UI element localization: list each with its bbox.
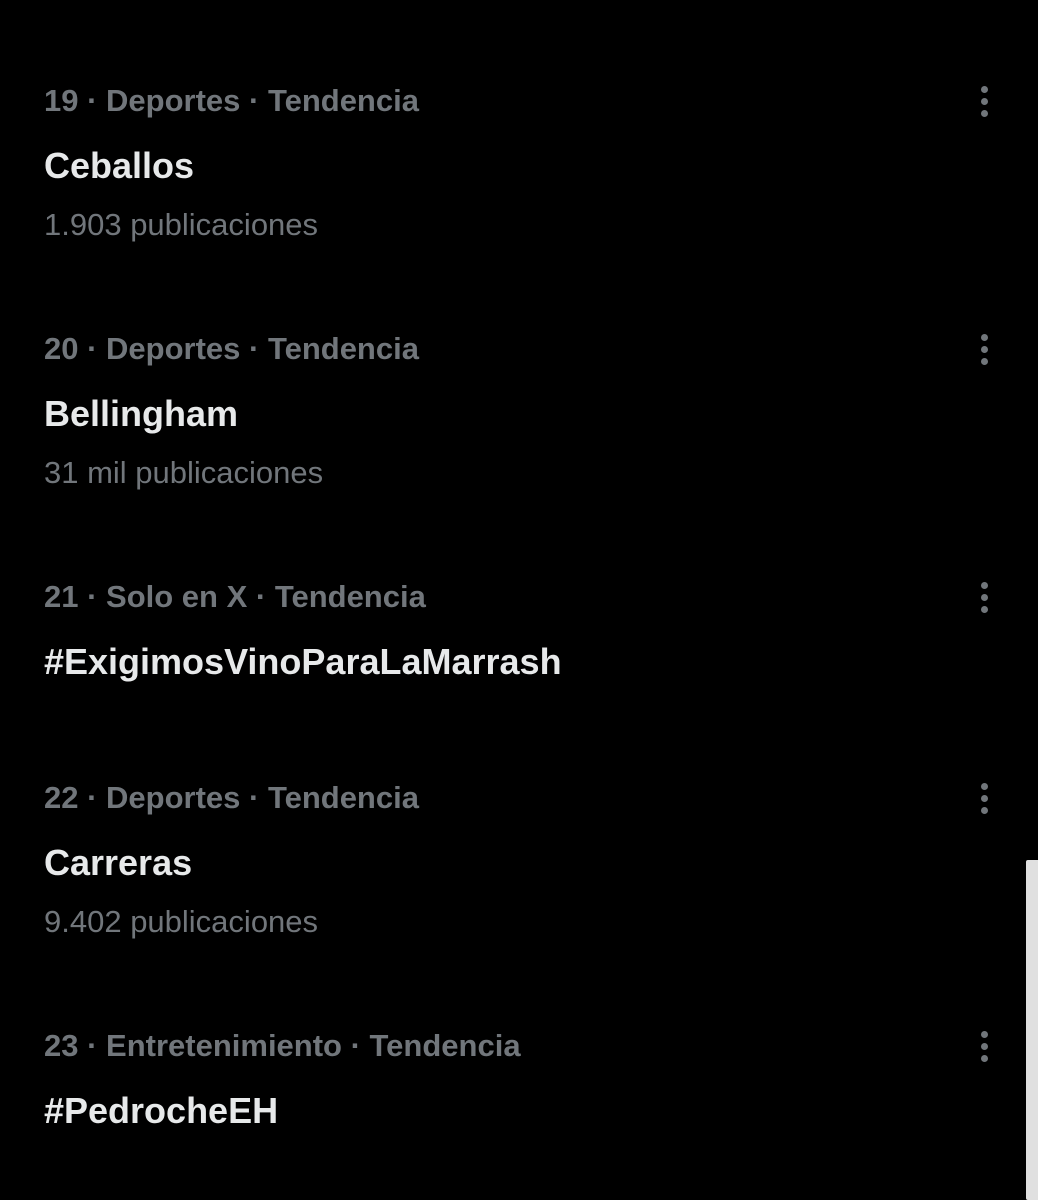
more-options-button[interactable] — [964, 1026, 1004, 1066]
trend-meta: 21 · Solo en X · Tendencia — [44, 579, 426, 614]
trend-post-count: 31 mil publicaciones — [44, 455, 324, 490]
trend-item-19[interactable]: 19 · Deportes · Tendencia Ceballos 1.903… — [0, 81, 1026, 261]
more-vertical-icon — [980, 1030, 988, 1062]
more-vertical-icon — [980, 782, 988, 814]
more-options-button[interactable] — [964, 778, 1004, 818]
trend-title[interactable]: #PedrocheEH — [44, 1088, 278, 1134]
scrollbar-thumb[interactable] — [1026, 860, 1038, 1200]
trend-item-21[interactable]: 21 · Solo en X · Tendencia #ExigimosVino… — [0, 577, 1026, 697]
more-vertical-icon — [980, 581, 988, 613]
more-vertical-icon — [980, 333, 988, 365]
trend-title[interactable]: Ceballos — [44, 143, 194, 189]
trend-item-23[interactable]: 23 · Entretenimiento · Tendencia #Pedroc… — [0, 1026, 1026, 1146]
trend-meta: 19 · Deportes · Tendencia — [44, 83, 419, 118]
more-options-button[interactable] — [964, 81, 1004, 121]
more-vertical-icon — [980, 85, 988, 117]
trend-item-20[interactable]: 20 · Deportes · Tendencia Bellingham 31 … — [0, 329, 1026, 509]
trend-title[interactable]: #ExigimosVinoParaLaMarrash — [44, 639, 562, 685]
more-options-button[interactable] — [964, 329, 1004, 369]
trend-post-count: 9.402 publicaciones — [44, 904, 319, 939]
trend-meta: 22 · Deportes · Tendencia — [44, 780, 419, 815]
trend-item-22[interactable]: 22 · Deportes · Tendencia Carreras 9.402… — [0, 778, 1026, 958]
more-options-button[interactable] — [964, 577, 1004, 617]
trend-title[interactable]: Bellingham — [44, 391, 238, 437]
trend-meta: 20 · Deportes · Tendencia — [44, 331, 419, 366]
trend-title[interactable]: Carreras — [44, 840, 192, 886]
trend-meta: 23 · Entretenimiento · Tendencia — [44, 1028, 521, 1063]
trend-post-count: 1.903 publicaciones — [44, 207, 319, 242]
